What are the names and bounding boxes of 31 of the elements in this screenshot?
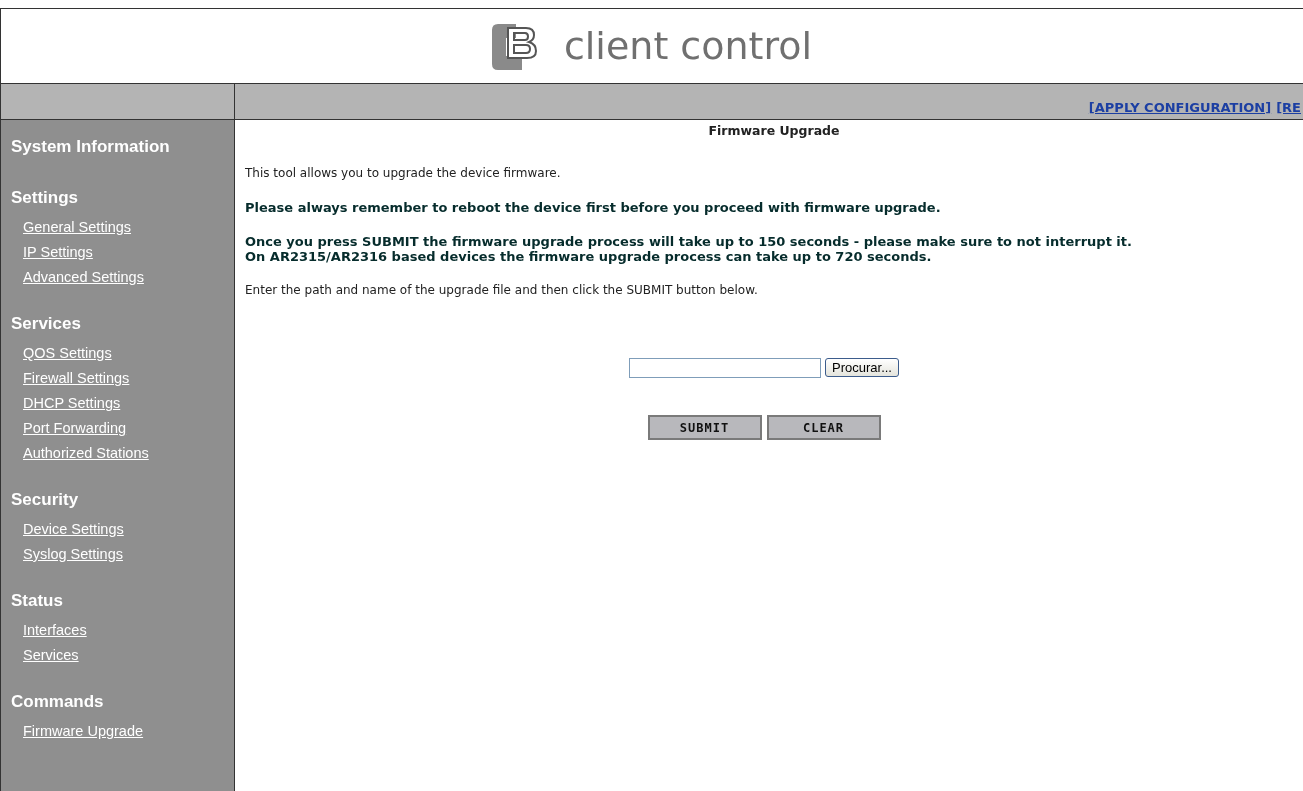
sidebar-link[interactable]: Interfaces	[23, 618, 87, 643]
sidebar-link[interactable]: Device Settings	[23, 517, 124, 542]
sidebar-link[interactable]: QOS Settings	[23, 341, 112, 366]
toolbar-link[interactable]: [RE	[1276, 100, 1301, 115]
section-heading: Services	[11, 313, 81, 335]
section-heading: Status	[11, 590, 63, 612]
app-title: client control	[563, 24, 813, 68]
sidebar-link[interactable]: DHCP Settings	[23, 391, 121, 416]
sidebar-link[interactable]: Firewall Settings	[23, 366, 130, 391]
warning-text: Once you press SUBMIT the firmware upgrade process will take up to 150 seconds - please make sure to not interrupt it. On AR2315/AR2316 based devices the firmware upgrade process can take up to 720 seconds.	[245, 234, 1133, 264]
sidebar-link[interactable]: General Settings	[23, 215, 131, 240]
sidebar-link[interactable]: Syslog Settings	[23, 542, 123, 567]
file-path-field[interactable]	[629, 358, 821, 378]
sidebar-link[interactable]: Services	[23, 643, 79, 668]
info-text: This tool allows you to upgrade the device firmware.	[245, 166, 562, 181]
sidebar-link[interactable]: Port Forwarding	[23, 416, 127, 441]
sidebar-link[interactable]: Authorized Stations	[23, 441, 149, 466]
section-heading: Settings	[11, 187, 79, 209]
sidebar-link[interactable]: Advanced Settings	[23, 265, 144, 290]
section-heading: System Information	[11, 136, 170, 158]
clear-button[interactable]: CLEAR	[766, 415, 881, 440]
sidebar-link[interactable]: Firmware Upgrade	[23, 719, 144, 744]
info-text: Enter the path and name of the upgrade file and then click the SUBMIT button below.	[245, 283, 759, 298]
section-heading: Commands	[11, 691, 104, 713]
page-title: Firmware Upgrade	[707, 123, 841, 138]
browse-button[interactable]: Procurar...	[825, 358, 899, 377]
sidebar-link[interactable]: IP Settings	[23, 240, 93, 265]
submit-button[interactable]: SUBMIT	[647, 415, 762, 440]
section-heading: Security	[11, 489, 79, 511]
toolbar-link[interactable]: [APPLY CONFIGURATION]	[1088, 100, 1272, 115]
warning-text: Please always remember to reboot the device first before you proceed with firmware upgrade.	[245, 200, 942, 215]
